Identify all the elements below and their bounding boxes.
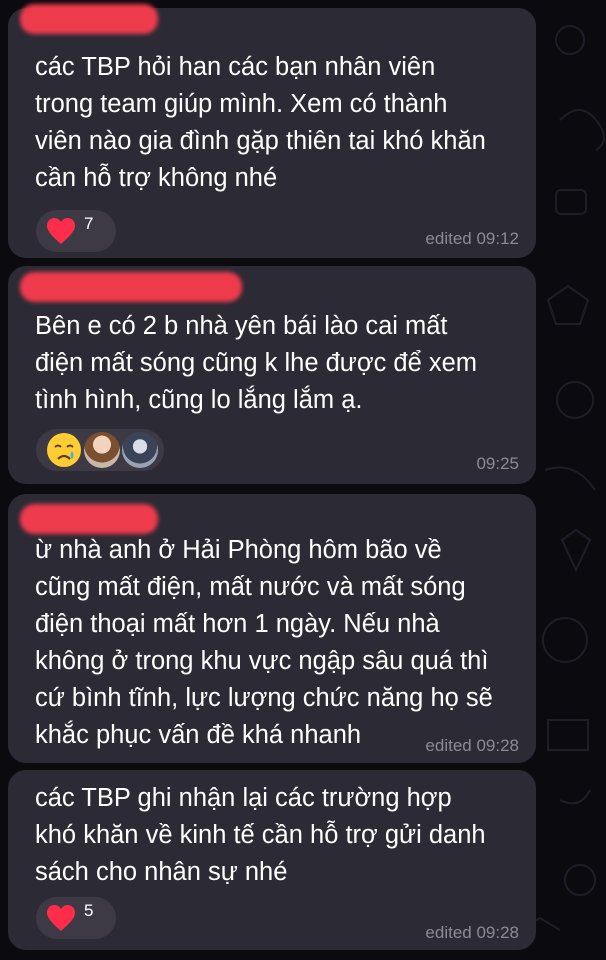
reaction-count: 5	[84, 901, 94, 920]
reactor-avatar	[84, 432, 120, 468]
heart-icon	[47, 218, 75, 244]
reaction-chip[interactable]	[36, 429, 164, 471]
redacted-sender-name	[20, 4, 158, 34]
message-text: ừ nhà anh ở Hải Phòng hôm bão về cũng mấ…	[35, 536, 493, 749]
crying-face-icon	[47, 433, 81, 467]
message-timestamp: edited 09:28	[425, 923, 519, 942]
message-text: các TBP ghi nhận lại các trường hợp khó …	[35, 784, 486, 886]
message-timestamp: 09:25	[476, 454, 519, 473]
reaction-chip[interactable]: 7	[36, 210, 116, 252]
message-bubble[interactable]: ừ nhà anh ở Hải Phòng hôm bão về cũng mấ…	[8, 494, 536, 763]
message-bubble[interactable]: các TBP hỏi han các bạn nhân viên trong …	[8, 4, 536, 258]
reaction-count: 7	[84, 214, 94, 233]
message-timestamp: edited 09:12	[425, 229, 519, 248]
reaction-chip[interactable]: 5	[36, 897, 116, 939]
message-text: Bên e có 2 b nhà yên bái lào cai mất điệ…	[35, 312, 478, 414]
heart-icon	[47, 905, 75, 931]
redacted-sender-name	[20, 504, 158, 534]
message-bubble[interactable]: Bên e có 2 b nhà yên bái lào cai mất điệ…	[8, 266, 536, 484]
message-timestamp: edited 09:28	[425, 736, 519, 755]
message-bubble[interactable]: các TBP ghi nhận lại các trường hợp khó …	[8, 770, 536, 950]
reactor-avatar	[122, 432, 158, 468]
message-text: các TBP hỏi han các bạn nhân viên trong …	[35, 53, 486, 192]
redacted-sender-name	[20, 272, 242, 302]
